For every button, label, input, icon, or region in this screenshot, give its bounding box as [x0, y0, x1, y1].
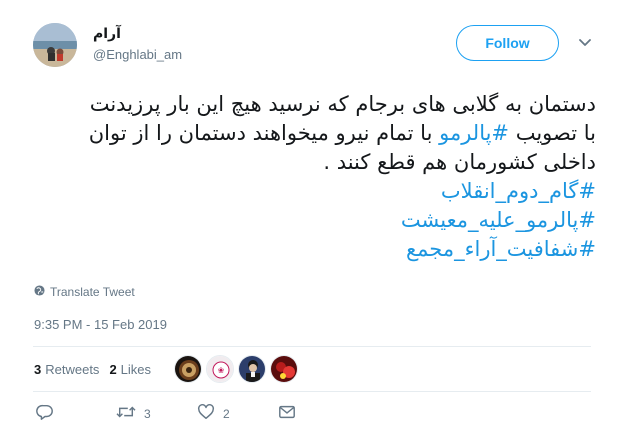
chevron-down-icon[interactable]: [578, 36, 592, 50]
hashtag-link[interactable]: #گام_دوم_انقلاب: [30, 177, 596, 206]
liker-avatar[interactable]: [270, 355, 298, 383]
like-button[interactable]: 2: [197, 403, 230, 424]
tweet-stats: 3 Retweets 2 Likes: [34, 356, 161, 382]
liker-avatars: ❀: [174, 355, 298, 383]
liker-avatar[interactable]: ❀: [206, 355, 234, 383]
likes-count: 2: [109, 361, 117, 377]
tweet-line-prefix: با تصویب: [509, 121, 596, 145]
like-count: 2: [223, 406, 230, 421]
divider: [33, 391, 591, 392]
retweets-label: Retweets: [45, 361, 100, 377]
tweet-line: با تصویب #پالرمو با تمام نیرو میخواهند د…: [30, 119, 596, 148]
tweet-timestamp[interactable]: 9:35 PM - 15 Feb 2019: [34, 317, 167, 332]
hashtag-link[interactable]: #پالرمو_علیه_معیشت: [30, 206, 596, 235]
svg-text:❀: ❀: [218, 366, 225, 375]
follow-button[interactable]: Follow: [456, 25, 559, 61]
retweet-button[interactable]: 3: [116, 403, 151, 424]
reply-button[interactable]: [36, 403, 54, 424]
tweet-actions: 3 2: [34, 403, 314, 427]
tweet-card: آرام @Enghlabi_am Follow دستمان به گلابی…: [0, 0, 624, 448]
reply-icon: [36, 403, 54, 424]
liker-avatar[interactable]: [174, 355, 202, 383]
tweet-line-suffix: با تمام نیرو میخواهند دستمان را از توان: [88, 121, 440, 145]
likes-label: Likes: [120, 361, 152, 377]
retweets-count: 3: [34, 361, 42, 377]
direct-message-button[interactable]: [278, 403, 296, 424]
tweet-line: داخلی کشورمان هم قطع کنند .: [323, 150, 596, 174]
envelope-icon: [278, 403, 296, 424]
translate-tweet-link[interactable]: Translate Tweet: [34, 285, 135, 299]
likes-stat[interactable]: 2 Likes: [109, 362, 151, 377]
display-name[interactable]: آرام: [93, 26, 182, 42]
hashtag-link[interactable]: #شفافیت_آراء_مجمع: [30, 235, 596, 264]
tweet-text: دستمان به گلابی های برجام که نرسید هیچ ا…: [30, 90, 596, 264]
user-handle[interactable]: @Enghlabi_am: [93, 47, 182, 62]
retweet-icon: [116, 403, 136, 424]
user-avatar[interactable]: [33, 23, 77, 67]
heart-icon: [197, 403, 215, 424]
retweets-stat[interactable]: 3 Retweets: [34, 362, 99, 377]
hashtag-link[interactable]: #پالرمو: [439, 121, 509, 145]
retweet-count: 3: [144, 406, 151, 421]
globe-icon: [34, 285, 45, 299]
liker-avatar[interactable]: [238, 355, 266, 383]
tweet-line: دستمان به گلابی های برجام که نرسید هیچ ا…: [89, 92, 596, 116]
user-info[interactable]: آرام @Enghlabi_am: [93, 26, 182, 62]
translate-label[interactable]: Translate Tweet: [50, 285, 135, 299]
divider: [33, 346, 591, 347]
